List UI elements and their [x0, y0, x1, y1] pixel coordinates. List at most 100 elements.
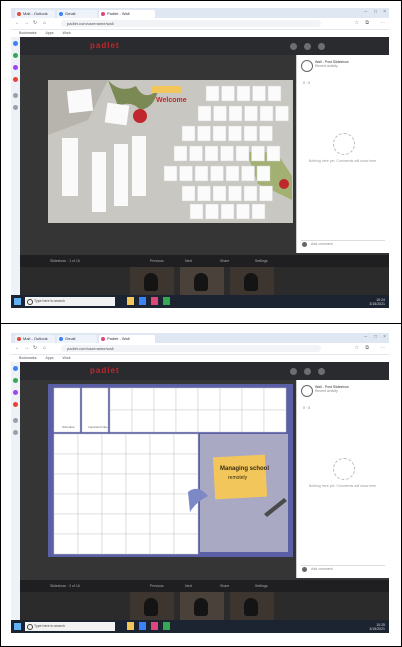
comment-input[interactable]: Add comment [301, 565, 385, 572]
bookmark-item[interactable]: Bookmarks [19, 356, 37, 360]
forward-icon[interactable]: → [24, 346, 29, 351]
calendar-cell [197, 105, 212, 122]
minimize-icon[interactable]: – [364, 9, 367, 15]
sidebar-app-icon[interactable] [13, 366, 18, 371]
more-icon[interactable] [318, 43, 325, 50]
settings-button[interactable]: Settings [255, 255, 268, 267]
back-icon[interactable]: ← [15, 346, 20, 351]
sidebar-app-icon[interactable] [13, 105, 18, 110]
browser-tab-active[interactable]: Padlet - Wall [99, 335, 155, 343]
back-icon[interactable]: ← [15, 21, 20, 26]
close-icon[interactable]: × [383, 334, 386, 340]
more-icon[interactable] [318, 368, 325, 375]
app-icon[interactable] [163, 297, 170, 305]
video-thumbnail[interactable] [130, 592, 174, 620]
bookmark-item[interactable]: Apps [46, 31, 54, 35]
sidebar-app-icon[interactable] [13, 430, 18, 435]
system-clock[interactable]: 10:25 3/15/2021 [369, 623, 385, 631]
settings-button[interactable]: Settings [255, 580, 268, 592]
browser-tab-active[interactable]: Padlet - Wall [99, 10, 155, 18]
menu-icon[interactable]: ⋯ [380, 20, 385, 26]
extensions-icon[interactable]: ⧉ [365, 20, 369, 26]
home-icon[interactable]: ⌂ [43, 346, 46, 351]
windows-start-icon[interactable] [14, 298, 21, 305]
sidebar-app-icon[interactable] [13, 77, 18, 82]
home-icon[interactable]: ⌂ [43, 21, 46, 26]
file-explorer-icon[interactable] [127, 297, 134, 305]
minimize-icon[interactable]: – [364, 334, 367, 340]
bookmark-item[interactable]: Bookmarks [19, 31, 37, 35]
video-thumbnail[interactable] [180, 267, 224, 295]
windows-start-icon[interactable] [14, 623, 21, 630]
calendar-cell [194, 165, 209, 182]
sidebar-app-icon[interactable] [13, 53, 18, 58]
share-button[interactable]: Share [220, 580, 229, 592]
sidebar-app-icon[interactable] [13, 390, 18, 395]
browser-sidebar [11, 362, 20, 620]
photo-strip [92, 152, 106, 212]
calendar-cell [101, 533, 127, 555]
bookmark-item[interactable]: Work [62, 31, 70, 35]
calendar-cell [181, 125, 196, 142]
previous-button[interactable]: Previous [150, 580, 164, 592]
star-icon[interactable]: ☆ [355, 20, 359, 26]
calendar-cell [125, 473, 151, 495]
taskbar-search-input[interactable]: Type here to search [25, 622, 115, 631]
system-clock[interactable]: 10:24 3/15/2021 [369, 298, 385, 306]
forward-icon[interactable]: → [24, 21, 29, 26]
next-button[interactable]: Next [185, 580, 192, 592]
star-icon[interactable]: ☆ [355, 345, 359, 351]
sidebar-app-icon[interactable] [13, 378, 18, 383]
calendar-cell [243, 185, 258, 202]
extensions-icon[interactable]: ⧉ [365, 345, 369, 351]
padlet-app: padlet Managing school remotely Schedule… [20, 362, 389, 620]
settings-icon[interactable] [304, 43, 311, 50]
reload-icon[interactable]: ↻ [33, 21, 37, 26]
maximize-icon[interactable]: □ [374, 334, 377, 340]
sidebar-app-icon[interactable] [13, 402, 18, 407]
calendar-cell [241, 165, 255, 182]
calendar-cell [228, 125, 242, 142]
app-icon[interactable] [163, 622, 170, 630]
url-input[interactable]: padlet.com/username/wall [61, 20, 321, 27]
app-icon[interactable] [151, 297, 158, 305]
menu-icon[interactable]: ⋯ [380, 345, 385, 351]
calendar-cell [153, 387, 177, 411]
video-thumbnail[interactable] [180, 592, 224, 620]
sidebar-app-icon[interactable] [13, 93, 18, 98]
settings-icon[interactable] [304, 368, 311, 375]
bookmark-item[interactable]: Apps [46, 356, 54, 360]
sidebar-app-icon[interactable] [13, 65, 18, 70]
taskbar-search-input[interactable]: Type here to search [25, 297, 115, 306]
video-thumbnail[interactable] [130, 267, 174, 295]
comment-input[interactable]: Add comment [301, 240, 385, 247]
panel-subtitle: Recent activity [315, 389, 338, 393]
maximize-icon[interactable]: □ [374, 9, 377, 15]
url-input[interactable]: padlet.com/username/wall [61, 345, 321, 352]
edge-icon[interactable] [139, 622, 146, 630]
browser-tab[interactable]: Gmail [57, 335, 97, 343]
sidebar-app-icon[interactable] [13, 418, 18, 423]
calendar-cell [131, 387, 155, 411]
share-icon[interactable] [290, 368, 297, 375]
reload-icon[interactable]: ↻ [33, 346, 37, 351]
browser-tab[interactable]: Mail - Outlook [15, 10, 55, 18]
browser-tab[interactable]: Mail - Outlook [15, 335, 55, 343]
calendar-cell [204, 145, 219, 162]
app-icon[interactable] [151, 622, 158, 630]
share-button[interactable]: Share [220, 255, 229, 267]
sidebar-app-icon[interactable] [13, 41, 18, 46]
search-placeholder: Type here to search [34, 299, 65, 303]
video-thumbnail[interactable] [230, 267, 274, 295]
next-button[interactable]: Next [185, 255, 192, 267]
calendar-cell [275, 105, 289, 122]
edge-icon[interactable] [139, 297, 146, 305]
previous-button[interactable]: Previous [150, 255, 164, 267]
bookmark-item[interactable]: Work [62, 356, 70, 360]
browser-tab[interactable]: Gmail [57, 10, 97, 18]
calendar-cell [220, 203, 235, 220]
share-icon[interactable] [290, 43, 297, 50]
close-icon[interactable]: × [383, 9, 386, 15]
file-explorer-icon[interactable] [127, 622, 134, 630]
video-thumbnail[interactable] [230, 592, 274, 620]
